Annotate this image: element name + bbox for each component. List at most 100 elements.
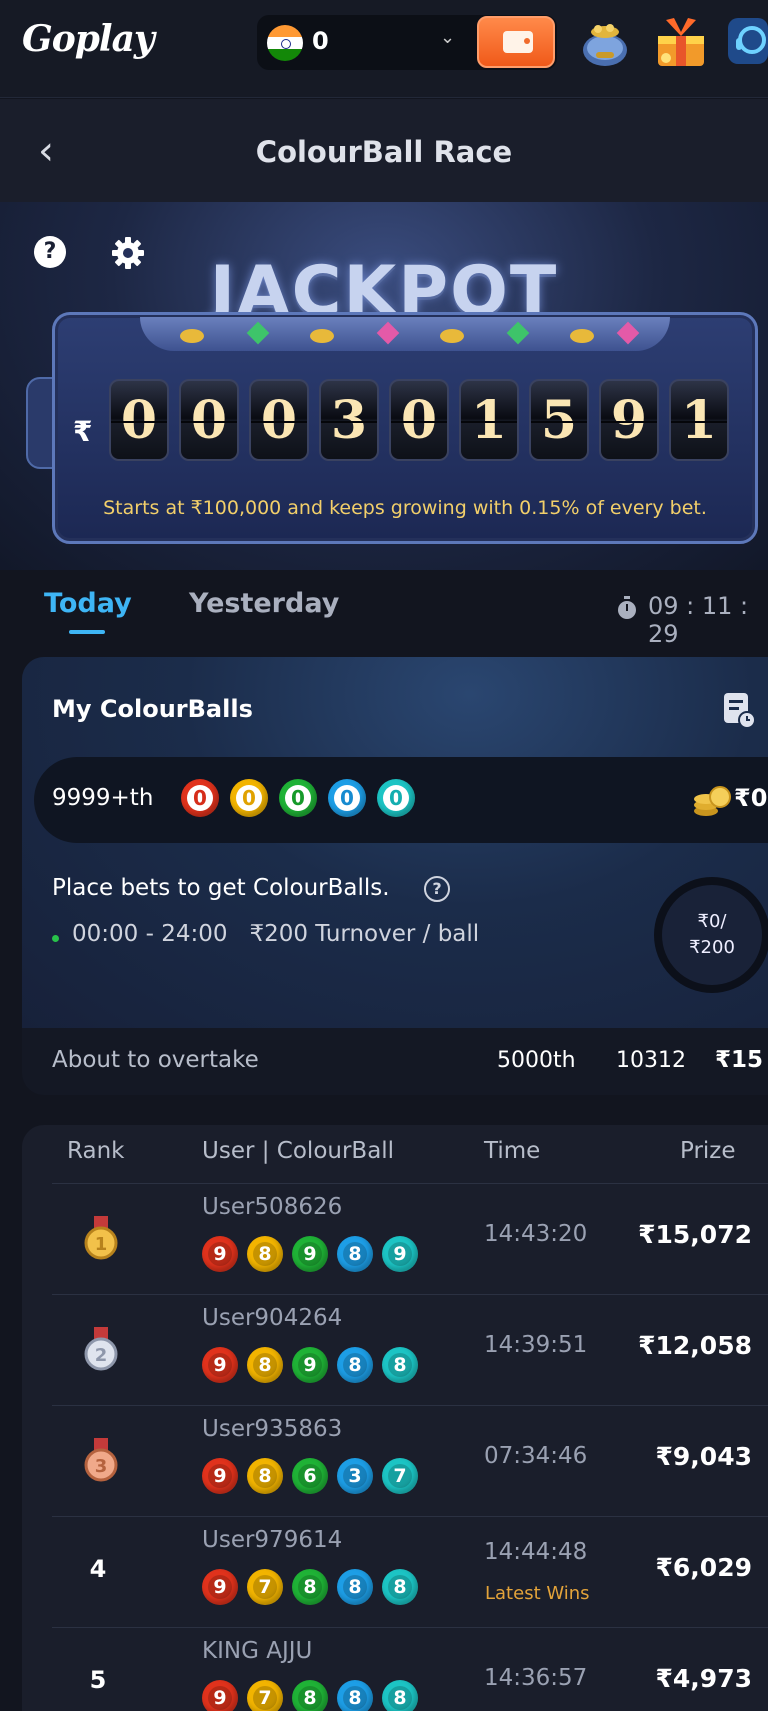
turnover-rule: ₹200 Turnover / ball	[249, 921, 480, 947]
rank-number: 4	[89, 1555, 107, 1583]
coins-icon	[694, 786, 731, 816]
treasure-pot-icon[interactable]	[578, 18, 632, 68]
jackpot-banner: ? JACKPOT ₹ 0 0 0 3 0 1 5 9 1 Starts at …	[0, 202, 768, 570]
colour-ball: 9	[292, 1236, 328, 1272]
username: User904264	[202, 1305, 343, 1331]
active-dot	[52, 935, 59, 942]
colour-ball: 9	[202, 1347, 238, 1383]
colour-ball-red: 0	[181, 779, 219, 817]
colour-ball: 8	[382, 1569, 418, 1605]
app-logo[interactable]: Goplay	[22, 18, 155, 60]
progress-current: ₹0/	[697, 911, 727, 932]
tab-today[interactable]: Today	[44, 588, 132, 619]
support-icon[interactable]	[728, 14, 768, 68]
jackpot-digit: 1	[669, 379, 729, 461]
row-prize: ₹4,973	[655, 1664, 752, 1693]
jackpot-digit: 0	[249, 379, 309, 461]
row-time: 14:43:20	[484, 1221, 588, 1247]
overtake-label: About to overtake	[52, 1047, 259, 1073]
colour-ball: 9	[292, 1347, 328, 1383]
jackpot-digit: 9	[599, 379, 659, 461]
turnover-progress-text: ₹0/ ₹200	[662, 909, 762, 961]
progress-target: ₹200	[689, 937, 735, 958]
colour-ball: 8	[247, 1236, 283, 1272]
bet-window-time: 00:00 - 24:00	[72, 921, 228, 947]
colour-ball-cyan: 0	[377, 779, 415, 817]
row-time: 14:39:51	[484, 1332, 588, 1358]
medal-rank: 1	[95, 1234, 108, 1255]
colour-ball: 9	[202, 1569, 238, 1605]
wallet-icon	[503, 31, 533, 53]
colour-ball: 9	[202, 1458, 238, 1494]
row-prize: ₹6,029	[655, 1553, 752, 1582]
username: User935863	[202, 1416, 343, 1442]
my-colourballs-body: My ColourBalls 9999+th 0 0 0 0 0 ₹0 Plac…	[22, 657, 768, 1028]
tab-yesterday[interactable]: Yesterday	[189, 588, 339, 619]
balance-value: 0	[312, 27, 329, 55]
jackpot-digit: 1	[459, 379, 519, 461]
gift-box-icon[interactable]	[652, 14, 710, 70]
bronze-medal-icon: 3	[84, 1438, 118, 1482]
colour-ball: 8	[247, 1458, 283, 1494]
top-bar: Goplay 0 ⌄	[0, 0, 768, 98]
colour-ball: 9	[202, 1680, 238, 1711]
username: User508626	[202, 1194, 343, 1220]
row-time: 07:34:46	[484, 1443, 588, 1469]
colour-ball: 8	[337, 1236, 373, 1272]
jackpot-treasure-tray	[140, 317, 670, 351]
page-title: ColourBall Race	[255, 135, 513, 169]
colour-ball-green: 0	[279, 779, 317, 817]
overtake-rank: 5000th	[497, 1048, 576, 1073]
colour-ball: 7	[247, 1680, 283, 1711]
table-row: 1 User508626 9 8 9 8 9 14:43:20 ₹15,072	[22, 1184, 768, 1295]
silver-medal-icon: 2	[84, 1327, 118, 1371]
colour-ball: 9	[202, 1236, 238, 1272]
jackpot-digit: 0	[389, 379, 449, 461]
row-prize: ₹15,072	[638, 1220, 752, 1249]
overtake-prize: ₹15	[715, 1047, 764, 1073]
my-rank: 9999+th	[52, 785, 154, 811]
chevron-down-icon: ⌄	[440, 27, 456, 48]
gold-medal-icon: 1	[84, 1216, 118, 1260]
place-bets-hint: Place bets to get ColourBalls.	[52, 875, 390, 901]
rank-number: 5	[89, 1666, 107, 1694]
my-colourballs-card: My ColourBalls 9999+th 0 0 0 0 0 ₹0 Plac…	[22, 657, 768, 1095]
india-flag-icon	[267, 25, 303, 61]
colour-ball: 8	[337, 1680, 373, 1711]
username: User979614	[202, 1527, 343, 1553]
my-prize: ₹0	[734, 784, 768, 812]
bet-window-rule: 00:00 - 24:00 ₹200 Turnover / ball	[72, 921, 479, 947]
rules-help-icon[interactable]: ?	[424, 876, 450, 902]
colour-ball: 7	[382, 1458, 418, 1494]
jackpot-digit: 5	[529, 379, 589, 461]
medal-rank: 2	[95, 1345, 108, 1366]
active-tab-indicator	[69, 630, 105, 634]
jackpot-counter-panel: ₹ 0 0 0 3 0 1 5 9 1 Starts at ₹100,000 a…	[52, 312, 758, 544]
card-title: My ColourBalls	[52, 695, 253, 723]
colour-ball: 8	[247, 1347, 283, 1383]
jackpot-digit: 0	[179, 379, 239, 461]
colour-ball: 8	[382, 1347, 418, 1383]
table-row: 4 User979614 9 7 8 8 8 14:44:48 Latest Wins ₹6,02…	[22, 1517, 768, 1628]
column-header-time: Time	[484, 1138, 541, 1164]
column-header-prize: Prize	[680, 1138, 736, 1164]
latest-wins-tag: Latest Wins	[485, 1583, 590, 1604]
table-row: 3 User935863 9 8 6 3 7 07:34:46 ₹9,043	[22, 1406, 768, 1517]
page-header: ‹ ColourBall Race	[0, 99, 768, 202]
colour-ball: 8	[337, 1569, 373, 1605]
colour-ball: 8	[382, 1680, 418, 1711]
medal-rank: 3	[95, 1456, 108, 1477]
overtake-number: 10312	[616, 1048, 686, 1073]
colour-ball: 8	[292, 1680, 328, 1711]
colour-ball: 9	[382, 1236, 418, 1272]
colour-ball: 8	[337, 1347, 373, 1383]
row-time: 14:36:57	[484, 1665, 588, 1691]
countdown-timer: 09 : 11 : 29	[648, 592, 749, 648]
jackpot-currency: ₹	[73, 415, 93, 448]
row-prize: ₹9,043	[655, 1442, 752, 1471]
row-time: 14:44:48	[484, 1539, 588, 1565]
column-header-rank: Rank	[67, 1138, 125, 1164]
table-row: 5 KING AJJU 9 7 8 8 8 14:36:57 ₹4,973	[22, 1628, 768, 1711]
bet-record-icon[interactable]	[722, 691, 756, 729]
wallet-button[interactable]	[477, 16, 555, 68]
